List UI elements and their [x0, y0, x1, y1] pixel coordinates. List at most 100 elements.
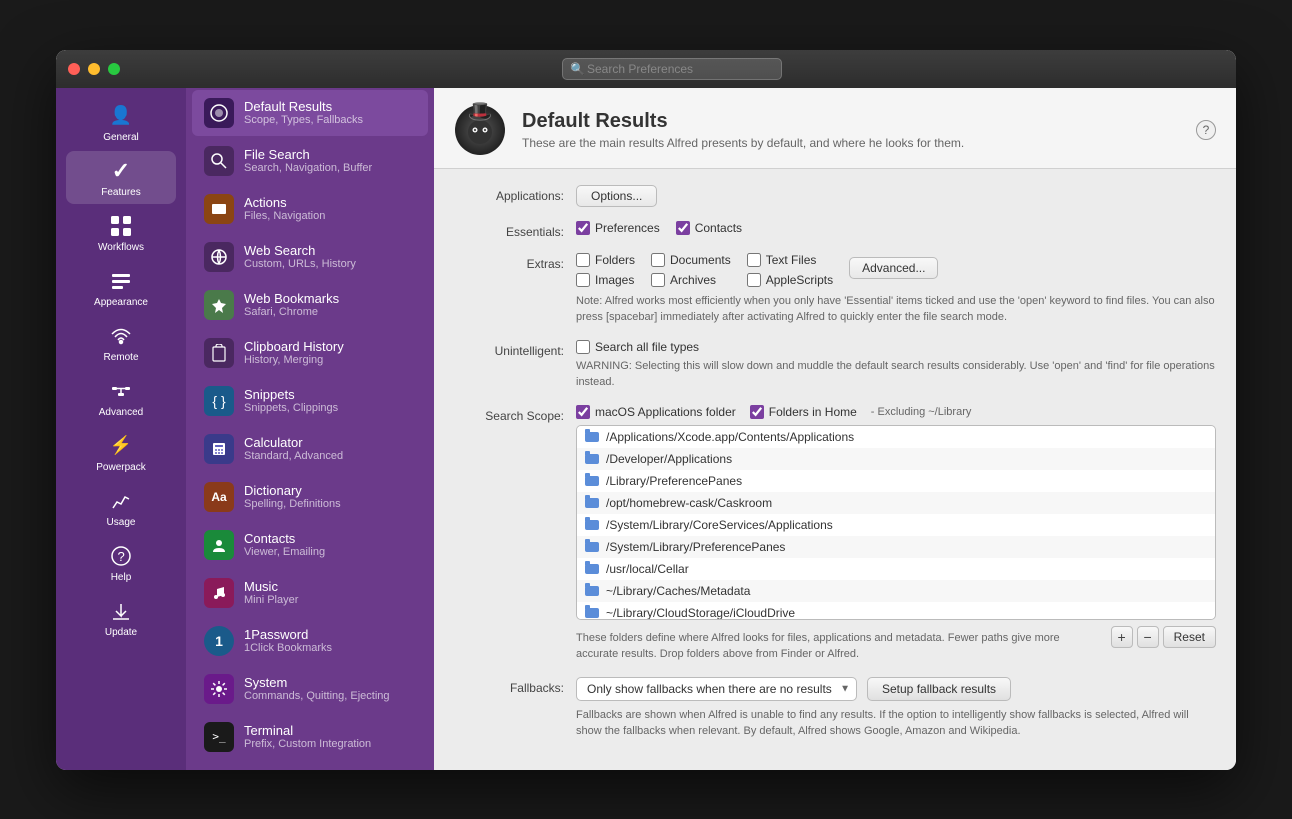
secondary-item-actions[interactable]: Actions Files, Navigation: [192, 186, 428, 232]
fallback-select[interactable]: Only show fallbacks when there are no re…: [576, 677, 857, 701]
secondary-item-file-search[interactable]: File Search Search, Navigation, Buffer: [192, 138, 428, 184]
sidebar-item-remote[interactable]: Remote: [66, 316, 176, 369]
text-files-checkbox-item[interactable]: Text Files: [747, 253, 833, 267]
main-content: 👤 General ✓ Features Workflows: [56, 88, 1236, 770]
scope-list-item[interactable]: /System/Library/CoreServices/Application…: [577, 514, 1215, 536]
secondary-item-default-results[interactable]: Default Results Scope, Types, Fallbacks: [192, 90, 428, 136]
folders-in-home-checkbox[interactable]: [750, 405, 764, 419]
images-checkbox[interactable]: [576, 273, 590, 287]
secondary-item-web-bookmarks[interactable]: Web Bookmarks Safari, Chrome: [192, 282, 428, 328]
reset-scope-button[interactable]: Reset: [1163, 626, 1216, 648]
scope-list-item[interactable]: /opt/homebrew-cask/Caskroom: [577, 492, 1215, 514]
sidebar-item-usage[interactable]: Usage: [66, 481, 176, 534]
contacts-checkbox[interactable]: [676, 221, 690, 235]
sidebar-item-powerpack[interactable]: ⚡ Powerpack: [66, 426, 176, 479]
secondary-item-terminal[interactable]: >_ Terminal Prefix, Custom Integration: [192, 714, 428, 760]
sidebar-item-features[interactable]: ✓ Features: [66, 151, 176, 204]
secondary-item-1password[interactable]: 1 1Password 1Click Bookmarks: [192, 618, 428, 664]
help-button[interactable]: ?: [1196, 120, 1216, 140]
scope-list-item[interactable]: /usr/local/Cellar: [577, 558, 1215, 580]
archives-checkbox-item[interactable]: Archives: [651, 273, 731, 287]
secondary-item-title-1password: 1Password: [244, 627, 416, 642]
folder-icon: [585, 498, 599, 508]
close-button[interactable]: [68, 63, 80, 75]
advanced-button[interactable]: Advanced...: [849, 257, 938, 279]
secondary-item-title-default-results: Default Results: [244, 99, 416, 114]
search-all-checkbox[interactable]: [576, 340, 590, 354]
preferences-checkbox-item[interactable]: Preferences: [576, 221, 660, 235]
folder-icon: [585, 432, 599, 442]
folder-icon: [585, 586, 599, 596]
applescripts-checkbox-item[interactable]: AppleScripts: [747, 273, 833, 287]
options-button[interactable]: Options...: [576, 185, 657, 207]
macos-apps-checkbox-item[interactable]: macOS Applications folder: [576, 405, 736, 419]
secondary-item-clipboard-history[interactable]: Clipboard History History, Merging: [192, 330, 428, 376]
contacts-icon: [204, 530, 234, 560]
secondary-item-subtitle-contacts: Viewer, Emailing: [244, 546, 416, 558]
secondary-item-subtitle-web-search: Custom, URLs, History: [244, 258, 416, 270]
secondary-item-snippets[interactable]: { } Snippets Snippets, Clippings: [192, 378, 428, 424]
scope-list-item[interactable]: /System/Library/PreferencePanes: [577, 536, 1215, 558]
secondary-item-title-file-search: File Search: [244, 147, 416, 162]
folders-checkbox[interactable]: [576, 253, 590, 267]
scope-list-item[interactable]: /Library/PreferencePanes: [577, 470, 1215, 492]
search-input[interactable]: [562, 58, 782, 80]
secondary-item-title-calculator: Calculator: [244, 435, 416, 450]
images-checkbox-item[interactable]: Images: [576, 273, 635, 287]
sidebar-item-update[interactable]: Update: [66, 591, 176, 644]
setup-fallback-button[interactable]: Setup fallback results: [867, 677, 1011, 701]
preferences-checkbox[interactable]: [576, 221, 590, 235]
folders-checkbox-item[interactable]: Folders: [576, 253, 635, 267]
music-icon: [204, 578, 234, 608]
images-label: Images: [595, 273, 634, 287]
sidebar-label-usage: Usage: [107, 517, 136, 528]
scope-list-item[interactable]: /Developer/Applications: [577, 448, 1215, 470]
sidebar-item-workflows[interactable]: Workflows: [66, 206, 176, 259]
sidebar-item-general[interactable]: 👤 General: [66, 96, 176, 149]
titlebar-search: 🔍: [120, 58, 1224, 80]
scope-list-item[interactable]: ~/Library/CloudStorage/iCloudDrive: [577, 602, 1215, 620]
folders-label: Folders: [595, 253, 635, 267]
remove-scope-button[interactable]: −: [1137, 626, 1159, 648]
secondary-item-web-search[interactable]: Web Search Custom, URLs, History: [192, 234, 428, 280]
secondary-item-subtitle-1password: 1Click Bookmarks: [244, 642, 416, 654]
macos-apps-checkbox[interactable]: [576, 405, 590, 419]
macos-apps-label: macOS Applications folder: [595, 405, 736, 419]
applescripts-checkbox[interactable]: [747, 273, 761, 287]
folders-in-home-checkbox-item[interactable]: Folders in Home: [750, 405, 857, 419]
search-all-checkbox-item[interactable]: Search all file types: [576, 340, 1216, 354]
advanced-icon: [107, 377, 135, 405]
secondary-item-large-type[interactable]: L Large Type Display, Font: [192, 762, 428, 770]
secondary-item-calculator[interactable]: Calculator Standard, Advanced: [192, 426, 428, 472]
secondary-item-system[interactable]: System Commands, Quitting, Ejecting: [192, 666, 428, 712]
sidebar-label-help: Help: [111, 572, 132, 583]
secondary-item-title-snippets: Snippets: [244, 387, 416, 402]
secondary-item-subtitle-terminal: Prefix, Custom Integration: [244, 738, 416, 750]
text-files-checkbox[interactable]: [747, 253, 761, 267]
sidebar-label-appearance: Appearance: [94, 297, 148, 308]
search-scope-label: Search Scope:: [454, 405, 564, 423]
sidebar-label-powerpack: Powerpack: [96, 462, 145, 473]
sidebar-item-advanced[interactable]: Advanced: [66, 371, 176, 424]
clipboard-icon: [204, 338, 234, 368]
archives-checkbox[interactable]: [651, 273, 665, 287]
powerpack-icon: ⚡: [107, 432, 135, 460]
add-scope-button[interactable]: +: [1111, 626, 1133, 648]
sidebar-item-appearance[interactable]: Appearance: [66, 261, 176, 314]
traffic-lights: [68, 63, 120, 75]
minimize-button[interactable]: [88, 63, 100, 75]
secondary-item-contacts[interactable]: Contacts Viewer, Emailing: [192, 522, 428, 568]
sidebar-item-help[interactable]: ? Help: [66, 536, 176, 589]
sidebar: 👤 General ✓ Features Workflows: [56, 88, 186, 770]
web-bookmarks-icon: [204, 290, 234, 320]
file-search-icon: [204, 146, 234, 176]
documents-checkbox-item[interactable]: Documents: [651, 253, 731, 267]
contacts-checkbox-item[interactable]: Contacts: [676, 221, 742, 235]
secondary-item-dictionary[interactable]: Aa Dictionary Spelling, Definitions: [192, 474, 428, 520]
scope-list-item[interactable]: ~/Library/Caches/Metadata: [577, 580, 1215, 602]
secondary-item-music[interactable]: Music Mini Player: [192, 570, 428, 616]
maximize-button[interactable]: [108, 63, 120, 75]
scope-list-item[interactable]: /Applications/Xcode.app/Contents/Applica…: [577, 426, 1215, 448]
documents-checkbox[interactable]: [651, 253, 665, 267]
1password-icon: 1: [204, 626, 234, 656]
